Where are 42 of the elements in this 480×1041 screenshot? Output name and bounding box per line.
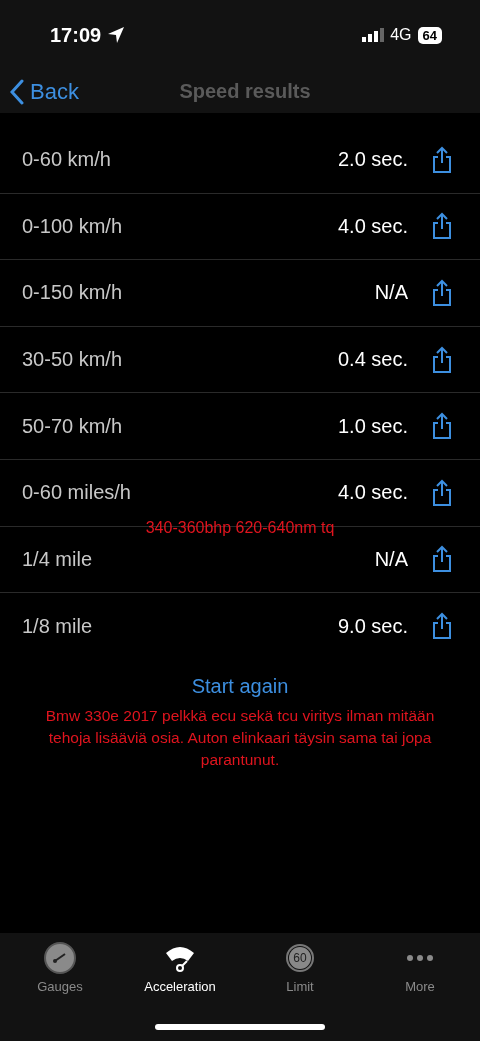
result-label: 50-70 km/h [22,414,124,438]
result-label: 0-150 km/h [22,281,124,305]
result-value: 2.0 sec. [337,148,408,172]
status-time: 17:09 [50,23,102,47]
tab-bar-item[interactable]: Acceleration [120,941,240,997]
gauge-icon [43,941,77,975]
chevron-left-icon [10,78,24,105]
share-icon[interactable] [432,279,452,307]
share-icon[interactable] [432,145,452,174]
result-label: 30-50 km/h [22,348,124,372]
result-value: 9.0 sec. [337,614,408,638]
battery-level: 64 [417,26,442,44]
result-value: 1.0 sec. [337,414,408,438]
tab-bar-item[interactable]: 60 Limit [240,941,360,997]
screen-title: Speed results [179,80,311,103]
result-value: 0.4 sec. [337,348,408,372]
speed-limit-icon: 60 [286,944,314,972]
network-label: 4G [390,26,412,44]
tab-bar-item[interactable]: More [360,941,480,997]
annotation-text: Bmw 330e 2017 pelkkä ecu sekä tcu viritys ilman mitään tehoja lisääviä osia. Auton elinkaari täysin sama tai jopa parantunut. [44,705,436,770]
result-value: N/A [374,281,408,305]
share-icon[interactable] [432,412,452,441]
result-label: 1/8 mile [22,614,94,638]
result-value: N/A [374,547,408,571]
result-label: 0-100 km/h [22,214,124,238]
share-icon[interactable] [432,345,452,374]
tab-bar-item[interactable]: Gauges [0,941,120,997]
share-icon[interactable] [432,545,452,574]
location-arrow-icon [107,26,126,44]
share-icon[interactable] [432,612,452,641]
back-button[interactable]: Back [10,78,79,105]
more-icon [406,954,434,962]
result-value: 4.0 sec. [337,481,408,505]
annotation-text: 340-360bhp 620-640nm tq [145,518,335,536]
result-value: 4.0 sec. [337,214,408,238]
result-label: 1/4 mile [22,547,94,571]
signal-icon [362,28,385,42]
result-label: 0-60 miles/h [22,481,132,505]
start-again-button[interactable]: Start again [185,673,295,699]
result-label: 0-60 km/h [22,148,112,172]
share-icon[interactable] [432,478,452,507]
share-icon[interactable] [432,212,452,241]
